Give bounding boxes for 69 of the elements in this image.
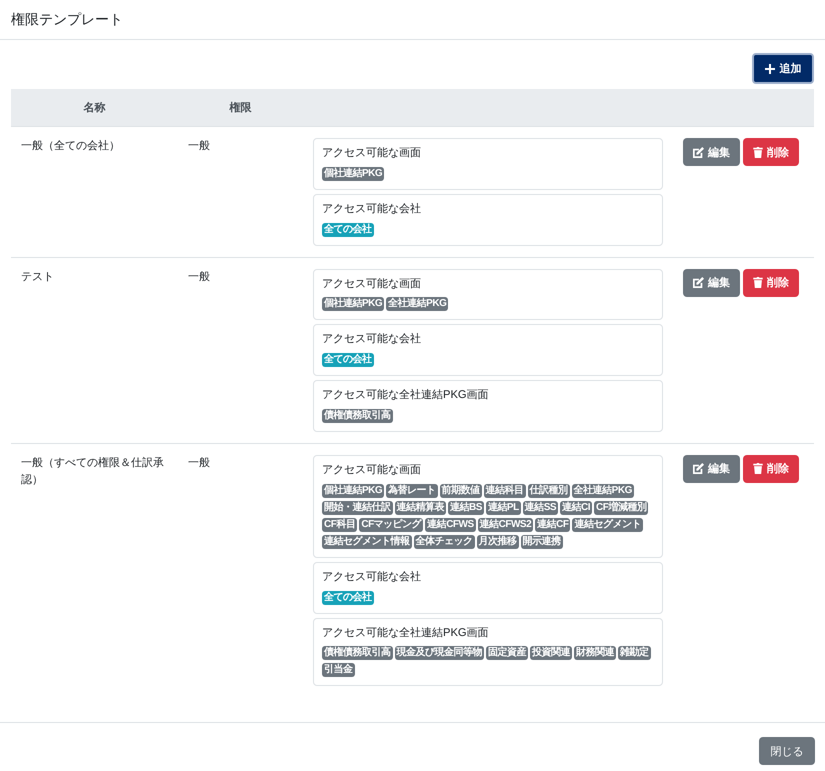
edit-icon xyxy=(693,277,704,288)
card-title: アクセス可能な画面 xyxy=(322,462,422,478)
trash-icon xyxy=(753,277,763,288)
permission-tag: 連結CF xyxy=(535,518,570,532)
permission-tag: 連結PL xyxy=(486,500,521,515)
permission-tag: 開始・連結仕訳 xyxy=(322,500,392,515)
edit-button[interactable]: 編集 xyxy=(683,268,740,297)
edit-button[interactable]: 編集 xyxy=(683,454,740,483)
permission-cell-text: 一般 xyxy=(187,456,211,471)
permission-tag: 連結SS xyxy=(522,500,558,515)
permission-tag: 債権債務取引高 xyxy=(322,646,392,660)
permission-tag: 債権債務取引高 xyxy=(322,408,392,423)
permission-tag: 個社連結PKG xyxy=(322,484,384,498)
permission-tag: 連結科目 xyxy=(484,484,526,498)
permission-tag: 個社連結PKG xyxy=(322,297,384,312)
permission-tag: 個社連結PKG xyxy=(322,166,384,181)
name-cell-text: 一般（すべての権限＆仕訳承認） xyxy=(20,456,165,488)
column-header: 権限 xyxy=(228,100,252,115)
edit-icon xyxy=(693,463,704,474)
permission-tag: 全ての会社 xyxy=(322,590,374,605)
permission-tag: 連結CFWS xyxy=(425,518,476,532)
column-header: 名称 xyxy=(82,100,106,115)
permission-tag: CF増減種別 xyxy=(594,500,648,515)
card-title: アクセス可能な会社 xyxy=(322,202,422,217)
name-cell-text: 一般（全ての会社） xyxy=(20,139,121,154)
modal-title: 権限テンプレート xyxy=(11,11,123,28)
permission-tag: 全ての会社 xyxy=(322,353,374,368)
permission-tag: 連結BS xyxy=(448,500,484,515)
permission-tag: 連結CFWS2 xyxy=(478,518,534,532)
permission-tag: 連結セグメント xyxy=(572,518,643,532)
add-button[interactable]: 追加 xyxy=(752,53,814,84)
permission-tag: CF科目 xyxy=(322,518,358,532)
permission-tag: 引当金 xyxy=(322,663,354,678)
permission-tag: 仕訳種別 xyxy=(528,484,570,498)
edit-icon xyxy=(693,146,704,158)
permission-tag: 月次推移 xyxy=(476,534,518,549)
permission-tag: 全社連結PKG xyxy=(386,297,448,312)
permission-cell-text: 一般 xyxy=(187,270,211,285)
card-title: アクセス可能な画面 xyxy=(322,146,422,161)
permission-tag: 全社連結PKG xyxy=(572,484,634,498)
delete-button[interactable]: 削除 xyxy=(743,268,799,297)
permission-tag: 現金及び現金同等物 xyxy=(394,646,484,660)
delete-button[interactable]: 削除 xyxy=(743,454,799,483)
permission-tag: 財務関連 xyxy=(574,646,616,660)
permission-tag: 前期数値 xyxy=(440,484,482,498)
name-cell-text: テスト xyxy=(20,270,55,285)
permission-cell-text: 一般 xyxy=(187,139,211,154)
trash-icon xyxy=(753,463,763,474)
permission-tag: 投資関連 xyxy=(530,646,572,660)
close-button[interactable]: 閉じる xyxy=(759,737,815,765)
permission-tag: 開示連携 xyxy=(520,534,562,549)
permission-tag: 連結セグメント情報 xyxy=(322,534,412,549)
permission-tag: 全体チェック xyxy=(414,534,474,549)
card-title: アクセス可能な画面 xyxy=(322,276,422,292)
permission-tag: 全ての会社 xyxy=(322,222,374,237)
permission-tag: CFマッピング xyxy=(359,518,424,532)
delete-button[interactable]: 削除 xyxy=(743,138,799,166)
permission-tag: 雑勘定 xyxy=(618,646,650,660)
card-title: アクセス可能な全社連結PKG画面 xyxy=(322,626,490,641)
permission-tag: 連結CI xyxy=(560,500,592,515)
card-title: アクセス可能な会社 xyxy=(322,570,422,585)
plus-icon xyxy=(764,64,774,74)
card-title: アクセス可能な会社 xyxy=(322,332,422,348)
permission-tag: 為替レート xyxy=(386,484,438,498)
trash-icon xyxy=(753,146,763,158)
card-title: アクセス可能な全社連結PKG画面 xyxy=(322,388,490,404)
edit-button[interactable]: 編集 xyxy=(683,138,740,166)
permission-tag: 固定資産 xyxy=(486,646,528,660)
permission-tag: 連結精算表 xyxy=(394,500,446,515)
